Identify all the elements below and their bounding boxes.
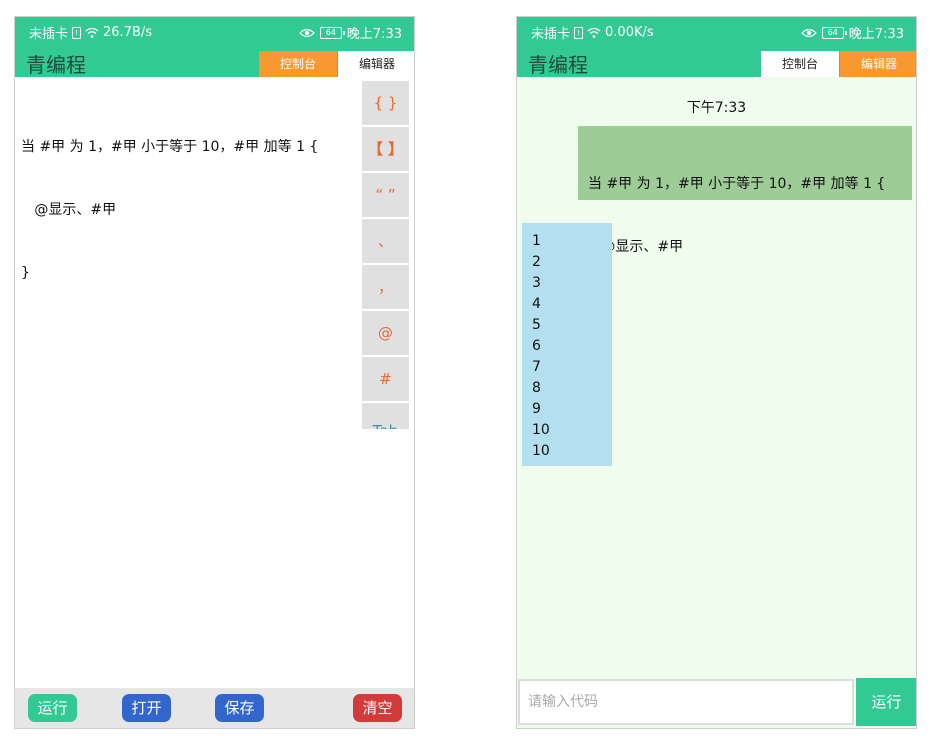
sent-code-bubble: 当 #甲 为 1，#甲 小于等于 10，#甲 加等 1 { @显示、#甲 } <box>578 126 912 318</box>
code-line: @显示、#甲 <box>588 239 684 255</box>
carrier-label: 未插卡 <box>29 27 69 42</box>
quick-key-comma[interactable]: ， <box>362 265 409 309</box>
quick-key-panel: { } 【 】 “ ” 、 ， @ # Tab <box>362 81 409 429</box>
carrier-label: 未插卡 <box>531 27 571 42</box>
open-button[interactable]: 打开 <box>122 694 171 722</box>
status-bar: 未插卡 ! 26.7B/s 64 晚上7:33 <box>15 17 414 45</box>
output-line: 5 <box>532 317 541 333</box>
output-line: 3 <box>532 275 541 291</box>
quick-key-hash[interactable]: # <box>362 357 409 401</box>
clear-button[interactable]: 清空 <box>353 694 402 722</box>
output-line: 10 <box>532 422 550 438</box>
output-line: 7 <box>532 359 541 375</box>
output-line: 8 <box>532 380 541 396</box>
tab-editor[interactable]: 编辑器 <box>338 51 414 77</box>
message-timestamp: 下午7:33 <box>686 100 747 116</box>
code-editor[interactable]: 当 #甲 为 1，#甲 小于等于 10，#甲 加等 1 { @显示、#甲 } <box>21 95 318 326</box>
console-screen: 未插卡 ! 0.00K/s 64 晚上7:33 青编程 控制台 编辑器 下午7:… <box>516 16 917 729</box>
app-title: 青编程 <box>528 53 588 77</box>
code-input[interactable] <box>518 679 854 725</box>
app-title: 青编程 <box>26 53 86 77</box>
output-line: 4 <box>532 296 541 312</box>
quick-key-brackets[interactable]: 【 】 <box>362 127 409 171</box>
code-line: @显示、#甲 <box>21 202 117 218</box>
sim-icon: ! <box>72 26 82 39</box>
code-line: } <box>21 265 30 281</box>
console-input-row: 运行 <box>517 678 916 728</box>
quick-key-at[interactable]: @ <box>362 311 409 355</box>
quick-key-tab[interactable]: Tab <box>362 403 409 429</box>
eye-icon <box>298 28 315 37</box>
battery-icon: 64 <box>821 26 847 39</box>
output-line: 10 <box>532 443 550 459</box>
tab-editor[interactable]: 编辑器 <box>840 51 916 77</box>
run-button[interactable]: 运行 <box>856 678 916 726</box>
wifi-icon <box>587 27 601 38</box>
editor-screen: 未插卡 ! 26.7B/s 64 晚上7:33 青编程 控制台 编辑器 当 #甲… <box>14 16 415 729</box>
output-bubble: 1 2 3 4 5 6 7 8 9 10 10 <box>522 223 612 466</box>
app-bar: 青编程 控制台 编辑器 <box>15 45 414 77</box>
code-line: 当 #甲 为 1，#甲 小于等于 10，#甲 加等 1 { <box>21 139 319 155</box>
app-bar: 青编程 控制台 编辑器 <box>517 45 916 77</box>
network-speed: 26.7B/s <box>103 25 153 40</box>
quick-key-braces[interactable]: { } <box>362 81 409 125</box>
output-line: 9 <box>532 401 541 417</box>
editor-toolbar: 运行 打开 保存 清空 <box>15 688 414 728</box>
quick-key-enumeration-comma[interactable]: 、 <box>362 219 409 263</box>
wifi-icon <box>85 27 99 38</box>
output-line: 2 <box>532 254 541 270</box>
status-bar: 未插卡 ! 0.00K/s 64 晚上7:33 <box>517 17 916 45</box>
tab-console[interactable]: 控制台 <box>761 51 839 77</box>
clock: 晚上7:33 <box>346 27 402 42</box>
output-line: 6 <box>532 338 541 354</box>
run-button[interactable]: 运行 <box>28 694 77 722</box>
code-line: } <box>588 300 902 321</box>
tab-console[interactable]: 控制台 <box>259 51 337 77</box>
code-line: 当 #甲 为 1，#甲 小于等于 10，#甲 加等 1 { <box>588 176 886 192</box>
clock: 晚上7:33 <box>848 27 904 42</box>
eye-icon <box>800 28 817 37</box>
save-button[interactable]: 保存 <box>215 694 264 722</box>
network-speed: 0.00K/s <box>605 25 654 40</box>
sim-icon: ! <box>574 26 584 39</box>
battery-icon: 64 <box>319 26 345 39</box>
quick-key-quotes[interactable]: “ ” <box>362 173 409 217</box>
output-line: 1 <box>532 233 541 249</box>
